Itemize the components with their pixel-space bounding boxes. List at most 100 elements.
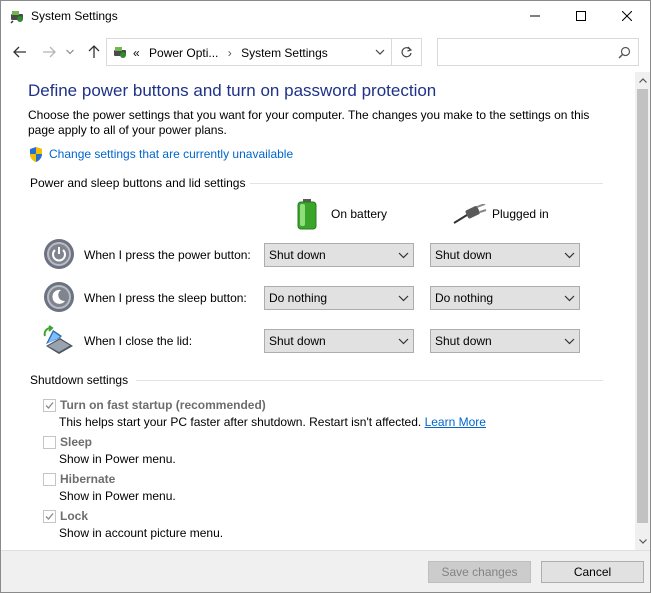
fast-startup-checkbox[interactable]: Turn on fast startup (recommended) bbox=[43, 398, 266, 412]
chevron-down-icon bbox=[398, 338, 409, 345]
power-group-title: Power and sleep buttons and lid settings bbox=[30, 176, 246, 190]
sleep-button-label: When I press the sleep button: bbox=[84, 291, 247, 305]
breadcrumb: « Power Opti... › System Settings bbox=[133, 46, 328, 60]
sleep-button-icon bbox=[44, 282, 74, 312]
address-bar[interactable]: « Power Opti... › System Settings bbox=[106, 38, 392, 66]
maximize-icon bbox=[576, 11, 586, 21]
page-title: Define power buttons and turn on passwor… bbox=[28, 81, 437, 100]
chevron-down-icon bbox=[638, 539, 647, 544]
up-arrow-icon bbox=[88, 45, 100, 58]
breadcrumb-separator-icon[interactable]: › bbox=[228, 46, 232, 60]
fast-startup-desc-text: This helps start your PC faster after sh… bbox=[59, 415, 422, 429]
refresh-icon bbox=[401, 46, 413, 57]
system-settings-window: System Settings « Power Opti... › System… bbox=[0, 0, 651, 593]
hibernate-label: Hibernate bbox=[60, 472, 116, 486]
power-options-icon bbox=[10, 11, 23, 24]
back-arrow-icon bbox=[13, 46, 26, 58]
scroll-down-button[interactable] bbox=[635, 533, 650, 550]
select-value: Do nothing bbox=[435, 291, 494, 305]
select-value: Do nothing bbox=[269, 291, 328, 305]
chevron-down-icon bbox=[564, 252, 575, 259]
vertical-scrollbar[interactable] bbox=[635, 72, 650, 550]
fast-startup-description: This helps start your PC faster after sh… bbox=[59, 415, 486, 429]
select-value: Shut down bbox=[435, 248, 492, 262]
divider bbox=[136, 380, 603, 381]
sleep-button-plugged-select[interactable]: Do nothing bbox=[430, 286, 580, 310]
battery-icon bbox=[297, 199, 317, 230]
navigation-bar: « Power Opti... › System Settings bbox=[1, 32, 650, 72]
checkmark-icon bbox=[45, 401, 54, 409]
power-button-icon bbox=[44, 239, 74, 269]
checkmark-icon bbox=[45, 512, 54, 520]
scroll-up-button[interactable] bbox=[635, 72, 650, 89]
hibernate-checkbox[interactable]: Hibernate bbox=[43, 472, 115, 486]
sleep-checkbox[interactable]: Sleep bbox=[43, 435, 92, 449]
close-icon bbox=[622, 11, 632, 21]
divider bbox=[250, 183, 603, 184]
window-title: System Settings bbox=[31, 9, 118, 23]
close-button[interactable] bbox=[604, 1, 650, 31]
shutdown-group-title: Shutdown settings bbox=[30, 373, 129, 387]
checkbox-box[interactable] bbox=[43, 472, 56, 486]
lock-description: Show in account picture menu. bbox=[59, 526, 224, 540]
chevron-down-icon bbox=[398, 295, 409, 302]
power-button-battery-select[interactable]: Shut down bbox=[264, 243, 414, 267]
power-plug-icon bbox=[453, 204, 487, 224]
breadcrumb-overflow[interactable]: « bbox=[133, 46, 140, 60]
change-settings-link-text[interactable]: Change settings that are currently unava… bbox=[49, 147, 293, 161]
select-value: Shut down bbox=[435, 334, 492, 348]
up-button[interactable] bbox=[83, 41, 105, 63]
checkbox-box[interactable] bbox=[43, 509, 56, 523]
sleep-description: Show in Power menu. bbox=[59, 452, 176, 466]
close-lid-label: When I close the lid: bbox=[84, 334, 193, 348]
forward-button[interactable] bbox=[38, 41, 60, 63]
fast-startup-label: Turn on fast startup (recommended) bbox=[60, 398, 266, 412]
close-lid-battery-select[interactable]: Shut down bbox=[264, 329, 414, 353]
checkbox-box[interactable] bbox=[43, 435, 56, 449]
chevron-up-icon bbox=[638, 78, 647, 83]
breadcrumb-system-settings[interactable]: System Settings bbox=[241, 46, 328, 60]
close-lid-plugged-select[interactable]: Shut down bbox=[430, 329, 580, 353]
back-button[interactable] bbox=[9, 41, 31, 63]
on-battery-header: On battery bbox=[296, 198, 387, 230]
save-changes-button[interactable]: Save changes bbox=[428, 561, 531, 583]
title-bar: System Settings bbox=[1, 1, 650, 32]
refresh-button[interactable] bbox=[392, 38, 422, 66]
page-description: Choose the power settings that you want … bbox=[28, 108, 590, 137]
plugged-in-label: Plugged in bbox=[492, 207, 549, 221]
power-button-label: When I press the power button: bbox=[84, 248, 251, 262]
content-panel: Define power buttons and turn on passwor… bbox=[1, 72, 635, 550]
recent-locations-button[interactable] bbox=[63, 41, 77, 63]
checkbox-box[interactable] bbox=[43, 398, 56, 412]
learn-more-link[interactable]: Learn More bbox=[425, 415, 486, 429]
change-settings-link[interactable]: Change settings that are currently unava… bbox=[28, 145, 293, 163]
power-button-plugged-select[interactable]: Shut down bbox=[430, 243, 580, 267]
hibernate-description: Show in Power menu. bbox=[59, 489, 176, 503]
select-value: Shut down bbox=[269, 334, 326, 348]
chevron-down-icon bbox=[66, 49, 74, 55]
plugged-in-header: Plugged in bbox=[453, 204, 549, 224]
sleep-button-battery-select[interactable]: Do nothing bbox=[264, 286, 414, 310]
chevron-down-icon bbox=[398, 252, 409, 259]
lock-label: Lock bbox=[60, 509, 89, 523]
on-battery-label: On battery bbox=[331, 207, 388, 221]
breadcrumb-power-options[interactable]: Power Opti... bbox=[149, 46, 218, 60]
cancel-button[interactable]: Cancel bbox=[541, 561, 644, 583]
control-panel-icon bbox=[114, 47, 126, 58]
lock-checkbox[interactable]: Lock bbox=[43, 509, 88, 523]
laptop-lid-icon bbox=[43, 325, 73, 354]
search-input[interactable] bbox=[437, 38, 639, 66]
address-dropdown-icon[interactable] bbox=[373, 45, 387, 59]
select-value: Shut down bbox=[269, 248, 326, 262]
sleep-label: Sleep bbox=[60, 435, 93, 449]
maximize-button[interactable] bbox=[558, 1, 604, 31]
scrollbar-thumb[interactable] bbox=[637, 89, 648, 523]
chevron-down-icon bbox=[564, 295, 575, 302]
chevron-down-icon bbox=[564, 338, 575, 345]
search-icon bbox=[618, 46, 631, 59]
minimize-button[interactable] bbox=[512, 1, 558, 31]
minimize-icon bbox=[530, 15, 540, 17]
uac-shield-icon bbox=[30, 146, 42, 162]
footer-bar: Save changes Cancel bbox=[1, 550, 650, 592]
forward-arrow-icon bbox=[43, 46, 56, 58]
